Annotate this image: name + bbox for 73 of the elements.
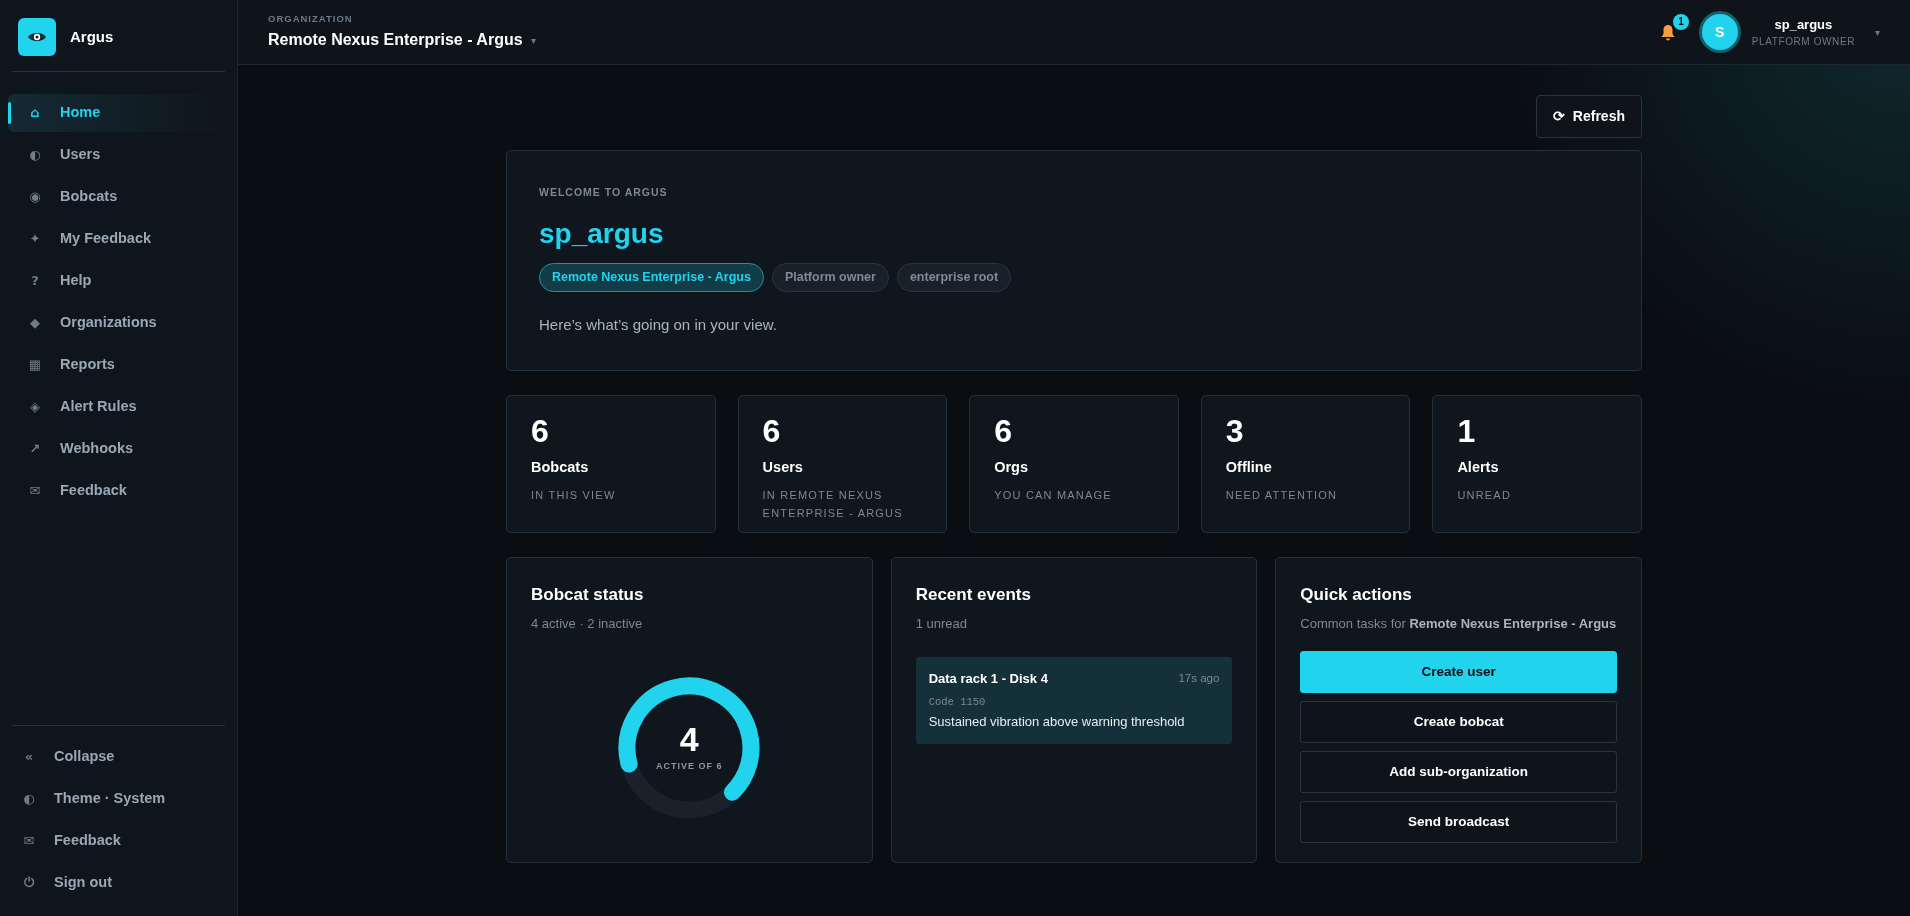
card-title: Quick actions: [1300, 584, 1413, 606]
sidebar-footer-item[interactable]: ⏻ Sign out: [12, 864, 225, 902]
stat-label: Users: [762, 458, 804, 478]
refresh-button[interactable]: ⟳ Refresh: [1535, 95, 1642, 138]
stat-label: Bobcats: [531, 458, 590, 478]
user-menu[interactable]: S sp_argus PLATFORM OWNER ▾: [1701, 14, 1880, 50]
active-label: ACTIVE OF 6: [656, 760, 723, 774]
card-subtitle: 1 unread: [915, 614, 968, 633]
organization-label: ORGANIZATION: [268, 11, 354, 26]
nav-icon: ?: [28, 271, 42, 291]
active-count: 4: [679, 722, 699, 757]
stat-value: 6: [531, 414, 550, 450]
sidebar-footer-item[interactable]: « Collapse: [12, 738, 225, 776]
bell-icon[interactable]: [1659, 24, 1676, 42]
sidebar-nav-item[interactable]: ? Help: [8, 262, 229, 300]
sidebar-nav-item[interactable]: ◈ Alert Rules: [8, 388, 229, 426]
stat-caption: IN REMOTE NEXUS ENTERPRISE - ARGUS: [762, 487, 904, 521]
quick-action-button[interactable]: Add sub-organization: [1300, 751, 1617, 793]
nav-icon: ◐: [28, 145, 42, 165]
stat-value: 1: [1457, 414, 1477, 450]
stat-caption: UNREAD: [1457, 487, 1513, 503]
footer-icon: «: [22, 747, 36, 767]
event-message: Sustained vibration above warning threshold: [928, 713, 1186, 732]
nav-icon: ▦: [28, 355, 42, 375]
nav-icon: ◉: [28, 187, 42, 207]
sidebar-nav-item[interactable]: ✉ Feedback: [8, 472, 229, 510]
user-name-heading: sp_argus: [539, 216, 665, 251]
organization-dropdown[interactable]: Remote Nexus Enterprise - Argus ▾: [268, 28, 536, 53]
nav-icon: ✦: [28, 229, 42, 249]
eye-logo-icon: [18, 18, 56, 56]
card-title: Recent events: [915, 584, 1032, 606]
app-name: Argus: [70, 26, 114, 47]
sidebar-footer-item[interactable]: ◐ Theme · System: [12, 780, 225, 818]
sidebar-nav-item[interactable]: ▦ Reports: [8, 346, 229, 384]
card-subtitle: Common tasks for Remote Nexus Enterprise - Argus: [1300, 614, 1617, 633]
sidebar-nav-item[interactable]: ◆ Organizations: [8, 304, 229, 342]
scope-tag: enterprise root: [896, 262, 1012, 292]
sidebar-nav-item[interactable]: ◉ Bobcats: [8, 178, 229, 216]
footer-icon: ⏻: [22, 873, 36, 893]
stat-label: Offline: [1225, 458, 1273, 478]
event-title: Data rack 1 - Disk 4: [928, 670, 1048, 688]
footer-icon: ◐: [22, 789, 36, 809]
stat-value: 6: [762, 414, 782, 450]
event-item[interactable]: Data rack 1 - Disk 4 17s ago Code 1150 Sustained vibration above warning threshold: [915, 657, 1233, 744]
sidebar-nav-item[interactable]: ↗ Webhooks: [8, 430, 229, 468]
stat-label: Alerts: [1457, 458, 1500, 478]
notification-count: 1: [1673, 13, 1689, 30]
scope-tag: Remote Nexus Enterprise - Argus: [539, 262, 764, 292]
welcome-eyebrow: WELCOME TO ARGUS: [539, 185, 669, 200]
event-code: Code 1150: [928, 694, 987, 710]
scope-tag: Platform owner: [771, 262, 889, 292]
stat-caption: IN THIS VIEW: [531, 487, 617, 503]
stat-value: 6: [994, 414, 1013, 450]
quick-action-button[interactable]: Send broadcast: [1300, 801, 1617, 843]
quick-action-button[interactable]: Create bobcat: [1300, 701, 1617, 743]
nav-icon: ↗: [28, 439, 42, 459]
nav-icon: ◈: [28, 397, 42, 417]
welcome-message: Here’s what’s going on in your view.: [539, 314, 778, 335]
footer-icon: ✉: [22, 831, 36, 851]
quick-action-button[interactable]: Create user: [1300, 651, 1617, 693]
stat-caption: NEED ATTENTION: [1225, 487, 1339, 503]
stat-value: 3: [1225, 414, 1245, 450]
sidebar-footer-item[interactable]: ✉ Feedback: [12, 822, 225, 860]
stat-caption: YOU CAN MANAGE: [994, 487, 1113, 503]
nav-icon: ◆: [28, 313, 42, 333]
nav-icon: ⌂: [28, 103, 42, 123]
event-time: 17s ago: [1178, 671, 1220, 687]
card-subtitle: 4 active · 2 inactive: [531, 614, 644, 633]
nav-icon: ✉: [28, 481, 42, 501]
sidebar-nav-item[interactable]: ✦ My Feedback: [8, 220, 229, 258]
card-title: Bobcat status: [531, 584, 645, 606]
sidebar-nav-item[interactable]: ◐ Users: [8, 136, 229, 174]
stat-label: Orgs: [994, 458, 1030, 478]
